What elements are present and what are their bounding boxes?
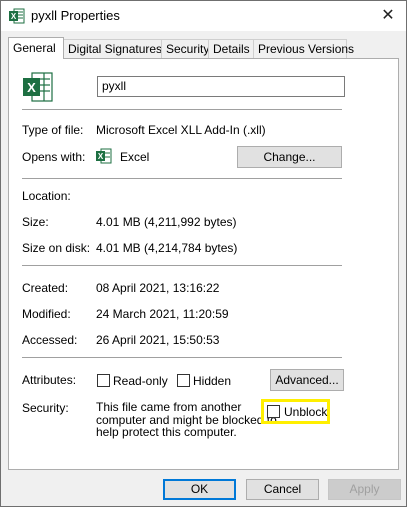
- file-name-input[interactable]: pyxll: [97, 76, 345, 97]
- modified-label: Modified:: [22, 307, 71, 321]
- apply-button[interactable]: Apply: [328, 479, 401, 500]
- separator: [22, 178, 342, 179]
- cancel-button[interactable]: Cancel: [246, 479, 319, 500]
- size-on-disk-label: Size on disk:: [22, 241, 91, 255]
- readonly-checkbox[interactable]: [97, 374, 110, 387]
- tab-digital-signatures[interactable]: Digital Signatures: [63, 39, 162, 58]
- general-panel: X pyxll Type of file: Microsoft Excel XL…: [8, 58, 399, 470]
- modified-value: 24 March 2021, 11:20:59: [96, 307, 229, 321]
- excel-large-icon: X: [22, 71, 54, 106]
- tab-security[interactable]: Security: [161, 39, 209, 58]
- created-label: Created:: [22, 281, 69, 295]
- location-label: Location:: [22, 189, 71, 203]
- type-of-file-label: Type of file:: [22, 123, 84, 137]
- separator: [22, 357, 342, 358]
- created-value: 08 April 2021, 13:16:22: [96, 281, 220, 295]
- unblock-label: Unblock: [284, 405, 328, 419]
- hidden-label: Hidden: [193, 374, 232, 388]
- security-message-line: help protect this computer.: [96, 425, 237, 439]
- separator: [22, 265, 342, 266]
- tab-general[interactable]: General: [8, 37, 64, 59]
- opens-with-value: Excel: [120, 150, 150, 164]
- close-icon[interactable]: ✕: [378, 6, 398, 26]
- security-message: This file came from another computer and…: [96, 401, 277, 439]
- accessed-label: Accessed:: [22, 333, 78, 347]
- advanced-button[interactable]: Advanced...: [270, 369, 344, 391]
- svg-text:X: X: [98, 152, 104, 161]
- security-label: Security:: [22, 401, 69, 415]
- svg-text:X: X: [11, 12, 17, 21]
- readonly-label: Read-only: [113, 374, 168, 388]
- tab-details[interactable]: Details: [208, 39, 254, 58]
- excel-file-icon: X: [9, 8, 25, 27]
- svg-text:X: X: [27, 80, 36, 95]
- size-on-disk-value: 4.01 MB (4,214,784 bytes): [96, 241, 238, 255]
- attributes-label: Attributes:: [22, 373, 77, 387]
- change-button[interactable]: Change...: [237, 146, 342, 168]
- properties-window: X pyxll Properties ✕ General Digital Sig…: [0, 0, 407, 507]
- excel-app-icon: X: [96, 148, 112, 167]
- window-title: pyxll Properties: [31, 8, 120, 23]
- security-message-line: This file came from another: [96, 400, 242, 414]
- tab-previous-versions[interactable]: Previous Versions: [253, 39, 354, 58]
- size-value: 4.01 MB (4,211,992 bytes): [96, 215, 237, 229]
- title-bar[interactable]: X pyxll Properties ✕: [1, 1, 406, 31]
- opens-with-label: Opens with:: [22, 150, 86, 164]
- type-of-file-value: Microsoft Excel XLL Add-In (.xll): [96, 123, 266, 137]
- size-label: Size:: [22, 215, 49, 229]
- unblock-checkbox[interactable]: [267, 405, 280, 418]
- ok-button[interactable]: OK: [163, 479, 236, 500]
- separator: [22, 109, 342, 110]
- hidden-checkbox[interactable]: [177, 374, 190, 387]
- accessed-value: 26 April 2021, 15:50:53: [96, 333, 220, 347]
